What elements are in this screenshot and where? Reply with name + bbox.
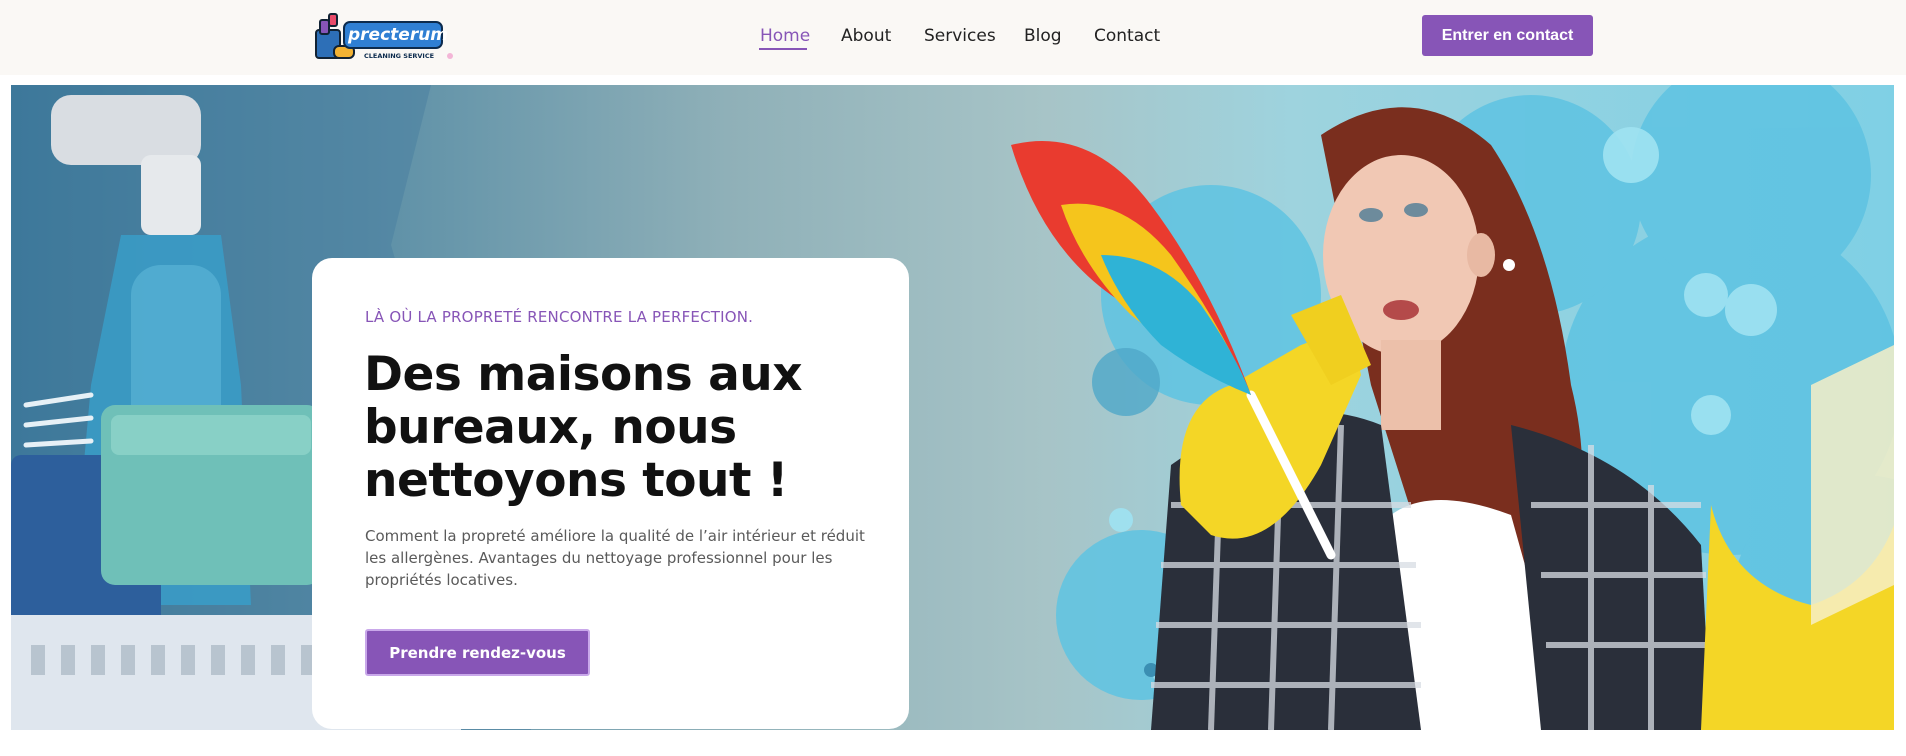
nav-contact[interactable]: Contact bbox=[1094, 25, 1160, 47]
main-nav: Home About Services Blog Contact bbox=[0, 0, 1906, 75]
hero-headline: Des maisons aux bureaux, nous nettoyons … bbox=[364, 347, 803, 508]
hero-background-image bbox=[11, 85, 1894, 730]
nav-home[interactable]: Home bbox=[760, 25, 810, 47]
hero-section: LÀ OÙ LA PROPRETÉ RENCONTRE LA PERFECTIO… bbox=[11, 85, 1894, 730]
hero-eyebrow: LÀ OÙ LA PROPRETÉ RENCONTRE LA PERFECTIO… bbox=[365, 308, 754, 326]
hero-card: LÀ OÙ LA PROPRETÉ RENCONTRE LA PERFECTIO… bbox=[312, 258, 909, 729]
nav-active-indicator bbox=[759, 48, 807, 50]
contact-button[interactable]: Entrer en contact bbox=[1422, 15, 1593, 56]
hero-description: Comment la propreté améliore la qualité … bbox=[365, 527, 865, 589]
nav-about[interactable]: About bbox=[841, 25, 891, 47]
book-appointment-button[interactable]: Prendre rendez-vous bbox=[365, 629, 590, 676]
nav-blog[interactable]: Blog bbox=[1024, 25, 1062, 47]
site-header: precterum CLEANING SERVICE Home About Se… bbox=[0, 0, 1906, 75]
nav-services[interactable]: Services bbox=[924, 25, 996, 47]
